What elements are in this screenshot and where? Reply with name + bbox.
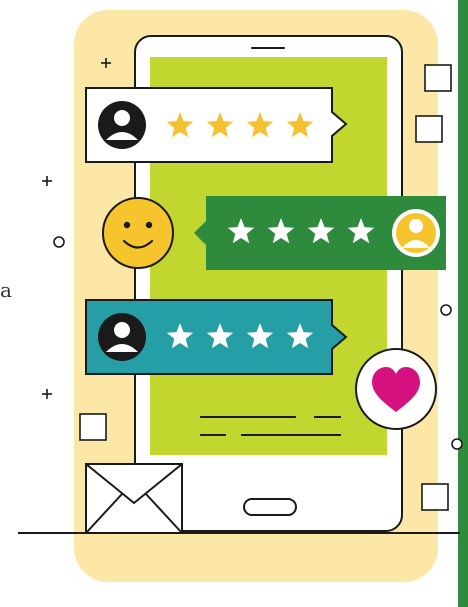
review-illustration: [18, 0, 468, 607]
review-bubble-2: [194, 196, 446, 270]
review-bubble-3: [85, 299, 348, 375]
smiley-face-icon: [102, 197, 174, 269]
user-avatar-icon: [392, 209, 440, 257]
edge-green-bar: [458, 0, 468, 607]
envelope-icon: [85, 463, 183, 534]
heart-icon: [355, 348, 437, 430]
user-avatar-icon: [98, 101, 146, 149]
phone-home-button: [243, 498, 297, 516]
user-avatar-icon: [98, 313, 146, 361]
review-bubble-1: [85, 87, 348, 163]
